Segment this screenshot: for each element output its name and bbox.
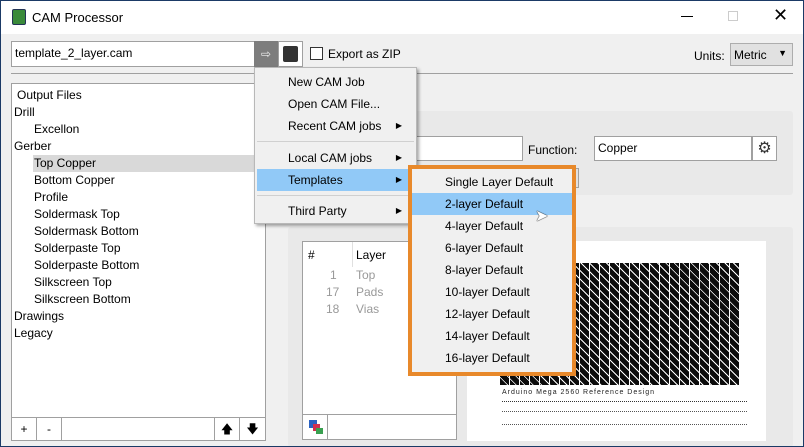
remove-button[interactable]: - [37,418,62,440]
template-item[interactable]: 6-layer Default [412,237,572,259]
template-item[interactable]: 10-layer Default [412,281,572,303]
menu-item-label: Local CAM jobs [288,151,373,165]
templates-submenu: Single Layer Default 2-layer Default 4-lay… [412,169,572,372]
col-num-header: # [308,248,315,262]
menu-item-local-cam-jobs[interactable]: Local CAM jobs ▶ [257,147,414,169]
gear-icon[interactable]: ⚙ [752,136,777,161]
tree-item[interactable]: Silkscreen Bottom [12,291,265,308]
function-input[interactable]: Copper [594,136,752,161]
export-zip-label: Export as ZIP [328,47,401,61]
cam-job-menu: New CAM Job Open CAM File... Recent CAM jo… [254,67,417,224]
units-select[interactable]: Metric ▼ [730,43,793,66]
add-button[interactable]: + [12,418,37,440]
tree-header: Output Files [17,88,82,102]
layers-toolbar [303,414,456,440]
export-zip-checkbox[interactable] [310,47,323,60]
units-label: Units: [694,49,725,63]
divider [352,242,353,267]
tree-item[interactable]: Soldermask Top [12,206,265,223]
units-value: Metric [734,48,767,62]
chevron-down-icon: ▼ [778,48,787,58]
preview-caption: Arduino Mega 2560 Reference Design [502,389,656,396]
menu-item-third-party[interactable]: Third Party ▶ [257,200,414,222]
menu-item-templates[interactable]: Templates ▶ [257,169,414,191]
open-menu-button[interactable]: ⇨ [254,41,278,67]
move-up-button[interactable]: 🡅 [215,418,240,440]
cam-processor-window: CAM Processor ✕ template_2_layer.cam ⇨ E… [1,1,803,446]
layer-name: Pads [356,285,384,299]
layer-colors-icon[interactable] [309,420,323,434]
layer-num: 17 [326,285,340,299]
tree-item[interactable]: Gerber [12,138,265,155]
mouse-cursor-icon: ➤ [535,208,549,225]
menu-item-label: New CAM Job [288,75,365,89]
col-layer-header: Layer [356,248,387,262]
toolbar-spacer [62,418,215,440]
template-item[interactable]: 8-layer Default [412,259,572,281]
tree-item[interactable]: Soldermask Bottom [12,223,265,240]
submenu-arrow-icon: ▶ [395,175,402,184]
tree-item[interactable]: Top Copper [33,155,265,172]
tree-item[interactable]: Solderpaste Top [12,240,265,257]
tree-item[interactable]: Bottom Copper [12,172,265,189]
menu-item-label: Open CAM File... [288,97,381,111]
tree-item[interactable]: Solderpaste Bottom [12,257,265,274]
layer-name: Top [356,268,376,282]
menu-item-label: Third Party [288,204,347,218]
tree-item[interactable]: Legacy [12,325,265,342]
template-item[interactable]: 16-layer Default [412,347,572,369]
tree-item[interactable]: Drill [12,104,265,121]
tree-item[interactable]: Drawings [12,308,265,325]
close-button[interactable]: ✕ [773,5,788,26]
cam-file-input[interactable]: template_2_layer.cam [11,41,255,67]
name-input[interactable] [415,136,523,161]
menu-item-open-cam-file[interactable]: Open CAM File... [257,93,414,115]
submenu-arrow-icon: ▶ [395,153,402,162]
template-item[interactable]: 12-layer Default [412,303,572,325]
brd-icon [12,9,26,25]
maximize-button[interactable] [728,11,738,21]
tree-item[interactable]: Silkscreen Top [12,274,265,291]
template-item[interactable]: Single Layer Default [412,171,572,193]
tree-toolbar: + - 🡅 🡇 [12,417,265,440]
menu-separator [257,195,414,196]
output-files-tree[interactable]: Output Files Drill Excellon Gerber Top Coppe… [11,83,266,441]
tree-item[interactable]: Profile [12,189,265,206]
move-down-button[interactable]: 🡇 [240,418,265,440]
tree-item[interactable]: Excellon [12,121,265,138]
menu-item-label: Templates [288,173,343,187]
save-icon [283,46,298,62]
layer-num: 1 [330,268,337,282]
menu-item-new-cam-job[interactable]: New CAM Job [257,71,414,93]
function-label: Function: [528,143,578,157]
menu-separator [257,141,414,142]
title-bar: CAM Processor ✕ [1,1,803,34]
layer-num: 18 [326,302,340,316]
submenu-arrow-icon: ▶ [395,121,402,130]
template-item[interactable]: 14-layer Default [412,325,572,347]
menu-item-recent-cam-jobs[interactable]: Recent CAM jobs ▶ [257,115,414,137]
menu-item-label: Recent CAM jobs [288,119,382,133]
save-button[interactable] [278,41,303,67]
window-title: CAM Processor [32,10,124,25]
minimize-button[interactable] [681,16,693,17]
layer-name: Vias [356,302,380,316]
submenu-arrow-icon: ▶ [395,206,402,215]
